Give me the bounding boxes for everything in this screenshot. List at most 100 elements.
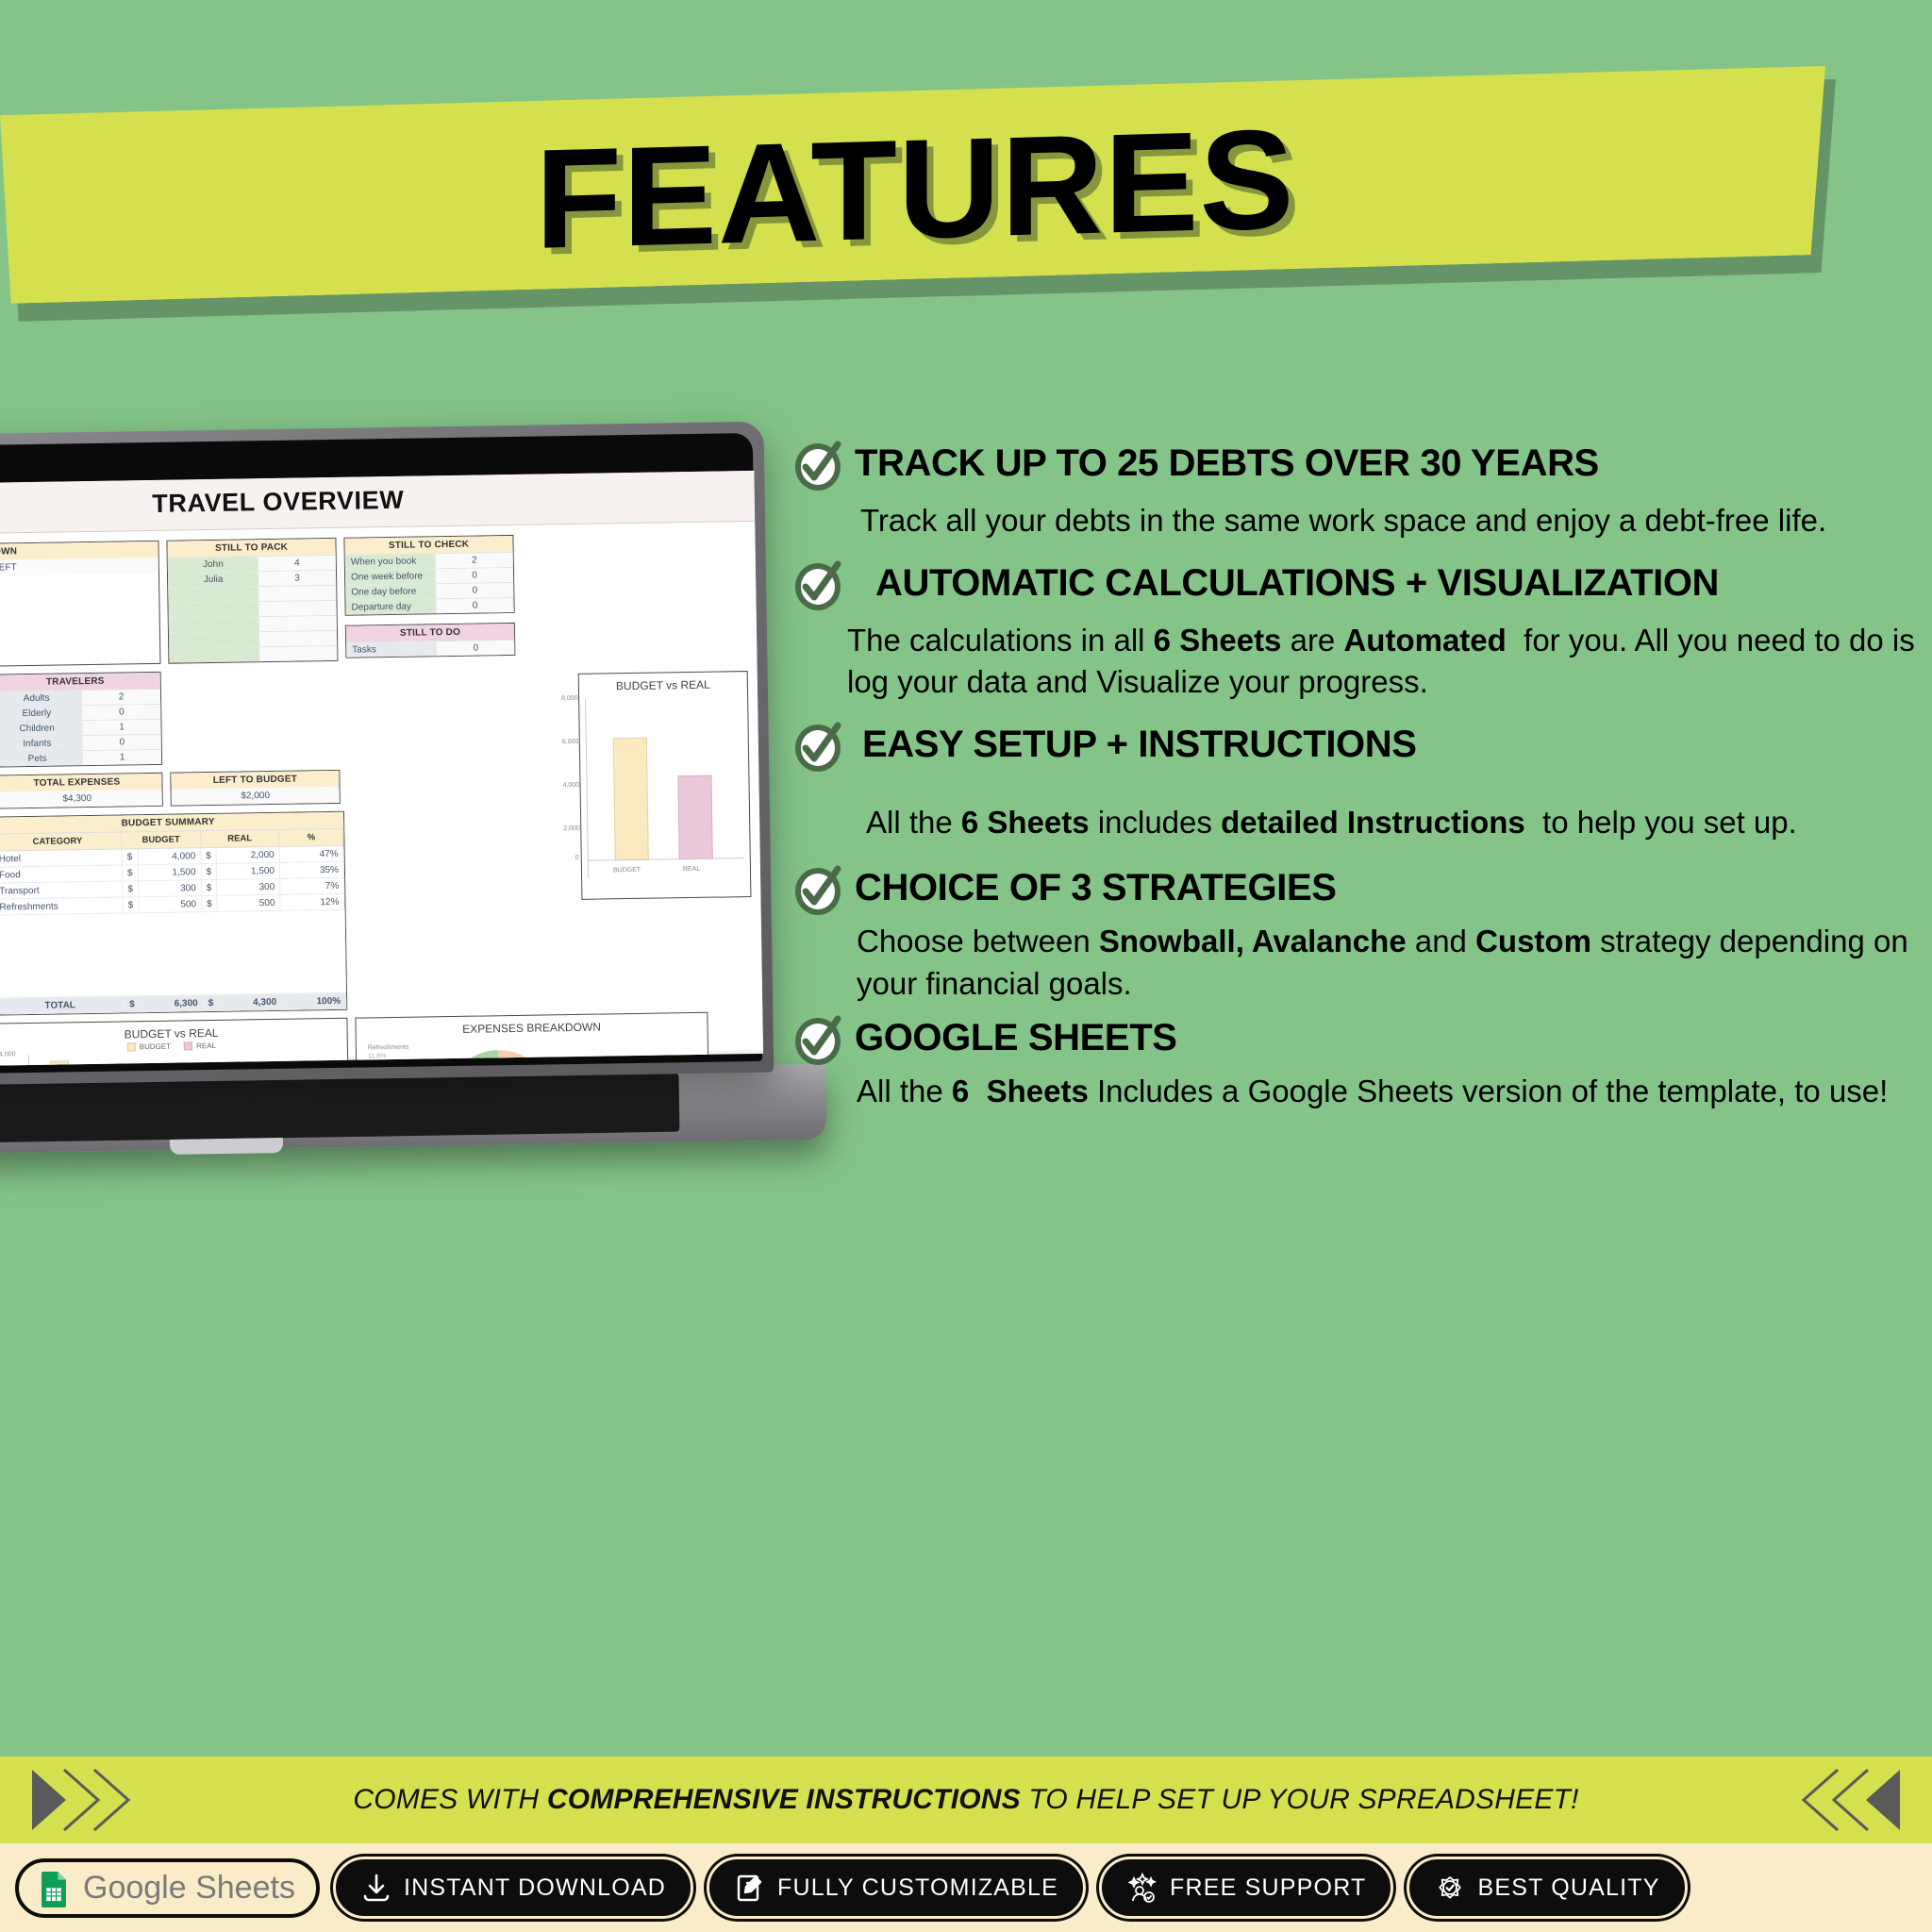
cell-total-budget: 6,300 (140, 994, 204, 1012)
badge-free-support[interactable]: FREE SUPPORT (1099, 1857, 1394, 1919)
table-row: Adults 2 (0, 688, 161, 707)
check-label: One week before (344, 569, 437, 585)
col-category: CATEGORY (0, 832, 123, 852)
bar-budget-hotel (50, 1060, 71, 1069)
check-count: 0 (436, 597, 514, 614)
check-circle-icon (792, 721, 845, 774)
table-row: Children 1 (0, 718, 161, 737)
cell-category: Transport (0, 880, 123, 900)
total-expenses-value: $4,300 (0, 789, 162, 808)
chevron-right-decoration (23, 1766, 164, 1834)
check-count: 0 (436, 567, 514, 584)
y-tick: 4,000 (562, 781, 580, 790)
pie-chart-svg (444, 1050, 554, 1069)
traveler-type: Elderly (0, 706, 83, 722)
feature-item-2: AUTOMATIC CALCULATIONS + VISUALIZATION T… (792, 560, 1915, 704)
spreadsheet-body: COUNTDOWN 60 DAYS LEFT STILL TO PACK Joh… (0, 521, 763, 1069)
pie-value-refreshments: 11.6% (367, 1053, 387, 1060)
x-tick: BUDGET (612, 866, 641, 874)
bottom-banner: COMES WITH COMPREHENSIVE INSTRUCTIONS TO… (0, 1757, 1932, 1843)
total-expenses-panel[interactable]: TOTAL EXPENSES $4,300 (0, 772, 163, 809)
badge-label: Google Sheets (83, 1869, 295, 1906)
still-to-do-panel[interactable]: STILL TO DO Tasks 0 (344, 622, 516, 658)
bar-real (677, 774, 713, 860)
cell-pct: 12% (279, 893, 345, 911)
chart-expenses-breakdown[interactable]: EXPENSES BREAKDOWN Refreshments 11.6% Tr… (355, 1011, 711, 1069)
todo-label: Tasks (346, 641, 438, 658)
cell-category: Refreshments (0, 896, 124, 916)
y-tick: 2,000 (563, 824, 580, 833)
table-row: When you book 2 (344, 551, 513, 570)
legend-swatch (183, 1041, 193, 1051)
left-to-budget-panel[interactable]: LEFT TO BUDGET $2,000 (170, 769, 341, 807)
cell-budget: 500 (138, 895, 202, 913)
chart-budget-vs-real-summary[interactable]: BUDGET vs REAL 8,000 6,000 4,000 2,000 0 (561, 671, 752, 900)
sheet-row-1: COUNTDOWN 60 DAYS LEFT STILL TO PACK Joh… (0, 531, 749, 670)
badge-fully-customizable[interactable]: FULLY CUSTOMIZABLE (706, 1857, 1087, 1919)
badge-label: FREE SUPPORT (1170, 1874, 1367, 1901)
cell-real: 300 (216, 878, 280, 896)
table-row: Tasks 0 (346, 639, 515, 658)
traveler-count: 1 (83, 749, 162, 766)
banner-prefix: COMES WITH (353, 1784, 547, 1815)
check-count: 0 (436, 582, 514, 599)
feature-body: Choose between Snowball, Avalanche and C… (857, 924, 1908, 1001)
sheet-row-5: BALANCING owes 200 to Rita owes 500 to J… (0, 1011, 758, 1069)
table-row (168, 599, 337, 618)
travelers-panel[interactable]: TRAVELERS Adults 2 Elderly 0 Children 1 Inf… (0, 671, 163, 768)
check-circle-icon (792, 864, 845, 917)
badge-google-sheets[interactable]: Google Sheets (15, 1857, 320, 1918)
badge-row: Google Sheets INSTANT DOWNLOAD FULLY CUS… (0, 1843, 1932, 1932)
table-row: Infants 0 (0, 733, 161, 752)
feature-item-3: EASY SETUP + INSTRUCTIONS All the 6 Shee… (792, 721, 1915, 844)
check-label: One day before (345, 584, 437, 600)
badge-instant-download[interactable]: INSTANT DOWNLOAD (332, 1857, 693, 1919)
todo-count: 0 (437, 640, 515, 657)
traveler-count: 1 (82, 719, 161, 736)
budget-summary-table[interactable]: CATEGORY BUDGET REAL % Hotel $ 4,000 $ 2… (0, 828, 346, 1015)
support-star-icon (1126, 1872, 1158, 1904)
laptop-bezel: TRAVEL OVERVIEW COUNTDOWN 60 DAYS LEFT S… (0, 432, 764, 1077)
badge-label: FULLY CUSTOMIZABLE (776, 1874, 1059, 1901)
still-to-check-panel[interactable]: STILL TO CHECK When you book 2 One week b… (343, 534, 515, 616)
laptop-mockup: TRAVEL OVERVIEW COUNTDOWN 60 DAYS LEFT S… (0, 421, 849, 1203)
pie-label-refreshments: Refreshments (367, 1043, 409, 1052)
cell-total-real: 4,300 (218, 993, 282, 1011)
pie-slice-hotel (497, 1050, 554, 1069)
feature-item-1: TRACK UP TO 25 DEBTS OVER 30 YEARS Track… (792, 441, 1915, 542)
table-row: John 4 (167, 554, 336, 573)
feature-item-5: GOOGLE SHEETS All the 6 Sheets Includes … (792, 1015, 1915, 1113)
still-to-pack-panel[interactable]: STILL TO PACK John 4 Julia 3 (166, 537, 339, 664)
feature-body: All the 6 Sheets Includes a Google Sheet… (857, 1074, 1889, 1109)
google-sheets-icon (40, 1872, 72, 1907)
countdown-panel[interactable]: COUNTDOWN 60 DAYS LEFT (0, 540, 161, 670)
feature-title: GOOGLE SHEETS (855, 1017, 1177, 1059)
traveler-type: Adults (0, 691, 83, 707)
table-row (168, 629, 338, 648)
feature-title: AUTOMATIC CALCULATIONS + VISUALIZATION (875, 561, 1720, 604)
traveler-count: 0 (82, 704, 161, 721)
feature-item-4: CHOICE OF 3 STRATEGIES Choose between Sn… (792, 865, 1915, 1005)
table-row: Departure day 0 (345, 596, 514, 615)
y-tick: 6,000 (561, 738, 579, 746)
traveler-type: Pets (0, 751, 84, 767)
traveler-count: 0 (82, 734, 161, 751)
feature-body: The calculations in all 6 Sheets are Aut… (847, 622, 1915, 700)
y-tick: 0 (575, 854, 579, 861)
badge-best-quality[interactable]: BEST QUALITY (1407, 1857, 1688, 1919)
left-to-budget-value: $2,000 (171, 786, 340, 806)
banner-bold: COMPREHENSIVE INSTRUCTIONS (546, 1784, 1021, 1815)
download-icon (360, 1872, 392, 1904)
x-tick: REAL (682, 865, 701, 874)
features-list: TRACK UP TO 25 DEBTS OVER 30 YEARS Track… (792, 441, 1915, 1119)
feature-title: EASY SETUP + INSTRUCTIONS (862, 723, 1417, 765)
budget-summary-panel[interactable]: BUDGET SUMMARY CATEGORY BUDGET REAL % Ho… (0, 810, 348, 1016)
pack-name: Julia (167, 572, 259, 588)
badge-label: BEST QUALITY (1477, 1874, 1660, 1901)
cell-pct: 35% (279, 861, 344, 879)
check-label: Departure day (345, 599, 437, 615)
bottom-banner-text: COMES WITH COMPREHENSIVE INSTRUCTIONS TO… (353, 1784, 1578, 1816)
check-circle-icon (792, 559, 845, 612)
chart-budget-vs-real-category[interactable]: BUDGET vs REAL BUDGET REAL 4,000 3,000 2… (0, 1017, 351, 1069)
traveler-type: Children (0, 721, 83, 737)
